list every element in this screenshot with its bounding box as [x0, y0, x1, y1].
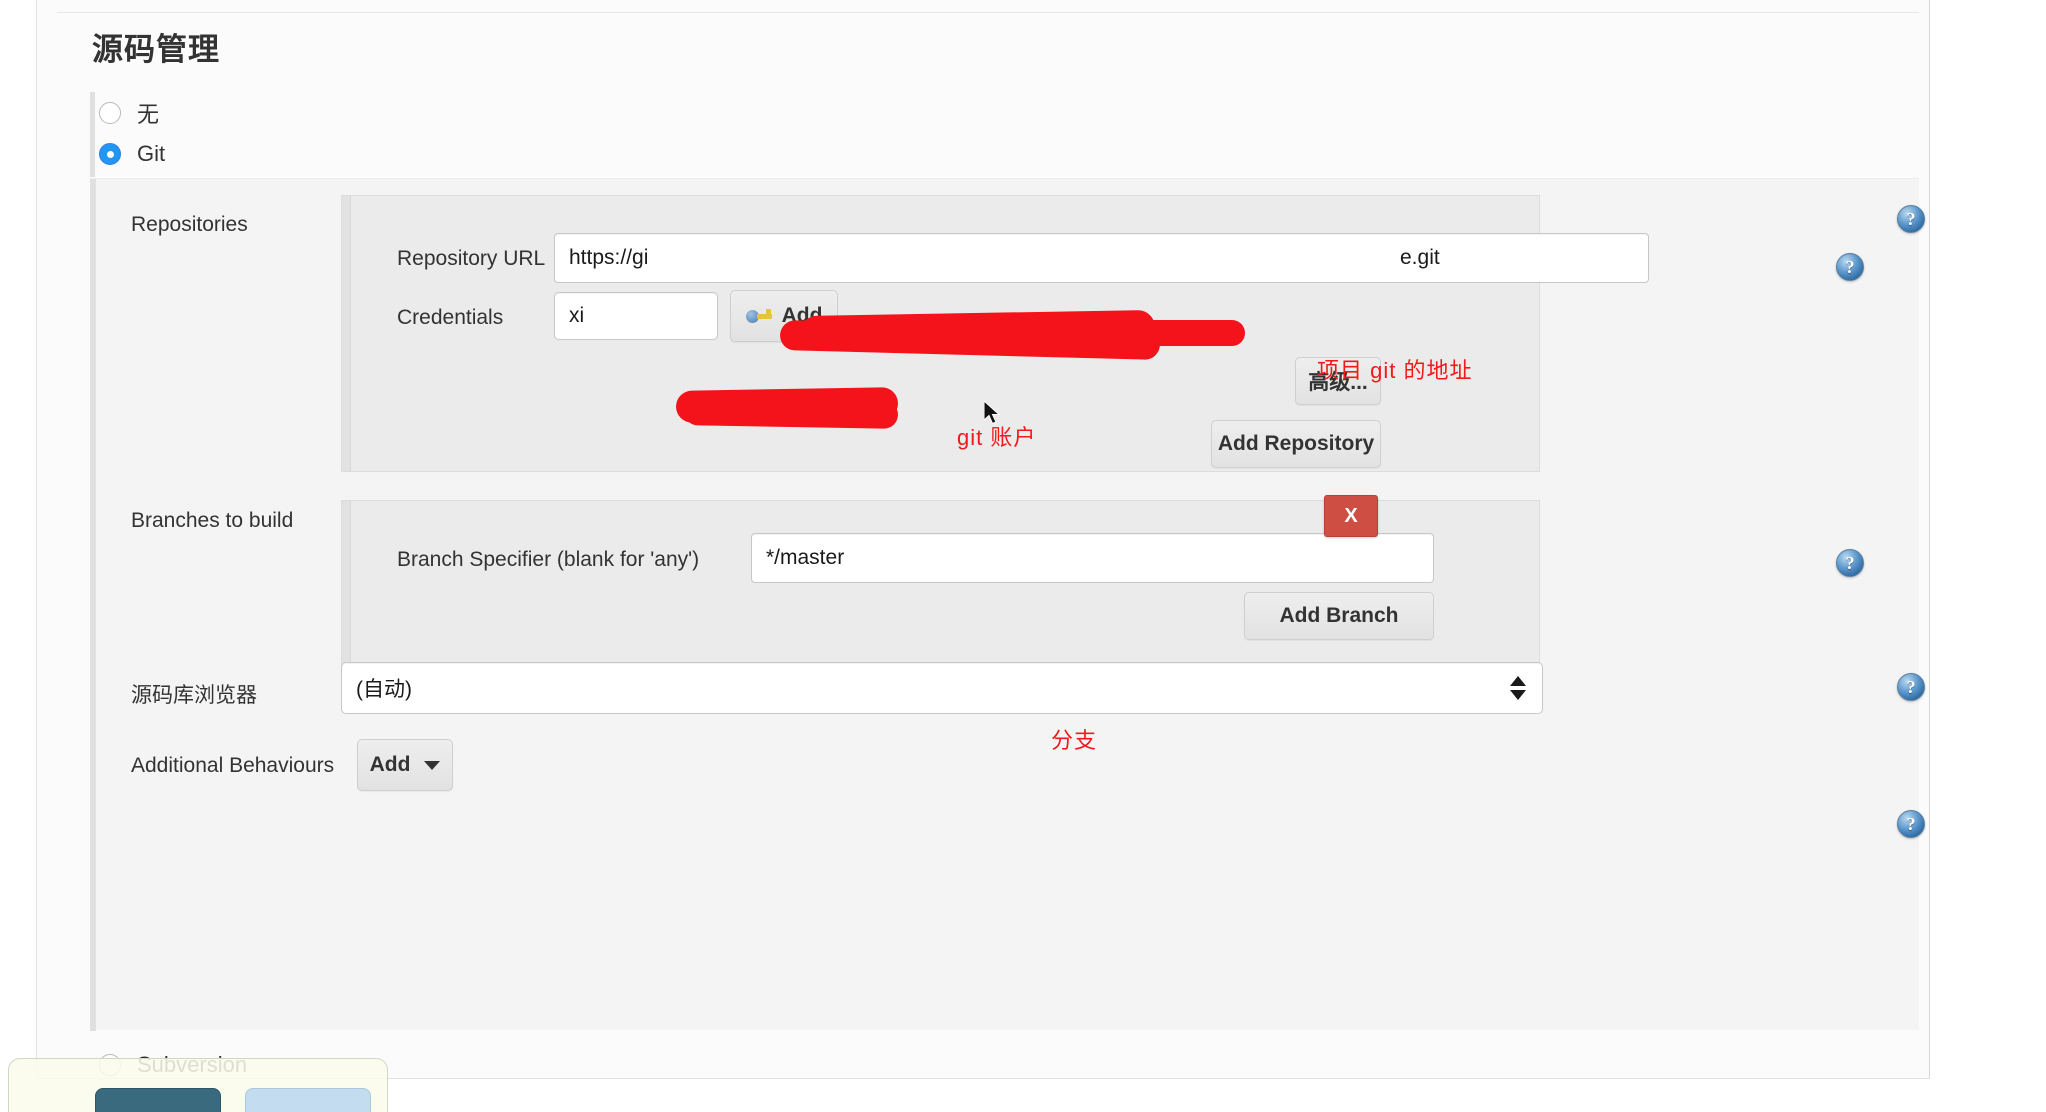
repository-url-label: Repository URL	[397, 247, 546, 270]
help-icon-glyph: ?	[1906, 813, 1916, 834]
save-button[interactable]	[95, 1088, 221, 1112]
scm-radio-none[interactable]: 无	[99, 97, 159, 129]
help-icon-glyph: ?	[1845, 552, 1855, 573]
repositories-label: Repositories	[131, 213, 248, 236]
git-settings-area: Repositories Repository URL https://gi e…	[90, 178, 1925, 1031]
annotation-credentials: git 账户	[957, 425, 1037, 450]
repositories-help-icon[interactable]: ?	[1897, 205, 1925, 233]
repo-browser-help-icon[interactable]: ?	[1897, 673, 1925, 701]
add-branch-label: Add Branch	[1279, 604, 1399, 627]
scm-radio-none-label: 无	[137, 102, 160, 127]
additional-behaviours-add-label: Add	[369, 753, 411, 776]
radio-none-icon[interactable]	[99, 102, 121, 124]
annotation-repository-url: 项目 git 的地址	[1317, 358, 1473, 383]
chevron-updown-icon[interactable]	[1510, 676, 1526, 700]
key-icon	[745, 307, 772, 325]
redaction-mark-url-3	[1085, 320, 1245, 346]
additional-behaviours-help-icon[interactable]: ?	[1897, 810, 1925, 838]
repo-browser-label: 源码库浏览器	[131, 684, 257, 707]
credentials-value: xi	[569, 304, 585, 327]
repo-browser-value: (自动)	[356, 678, 412, 701]
repository-url-input[interactable]: https://gi e.git	[554, 233, 1649, 283]
screenshot-root: 源码管理 无 Git Repositories Repository URL h…	[0, 0, 2046, 1112]
annotation-branch: 分支	[1051, 728, 1098, 753]
branches-box-gutter	[342, 501, 351, 667]
page-title: 源码管理	[92, 32, 220, 67]
delete-branch-button[interactable]: X	[1324, 495, 1378, 537]
delete-branch-label: X	[1344, 504, 1358, 527]
config-content-panel: 源码管理 无 Git Repositories Repository URL h…	[36, 0, 1930, 1079]
credentials-label: Credentials	[397, 306, 504, 329]
redaction-mark-credentials-2	[683, 397, 899, 429]
repository-url-value-prefix: https://gi	[569, 246, 649, 269]
repository-url-value-suffix: e.git	[1400, 246, 1440, 269]
branches-to-build-label: Branches to build	[131, 509, 294, 532]
apply-button[interactable]	[245, 1088, 371, 1112]
branch-specifier-input[interactable]: */master	[751, 533, 1434, 583]
repo-browser-select[interactable]: (自动)	[341, 662, 1543, 714]
additional-behaviours-add-button[interactable]: Add	[357, 739, 453, 791]
additional-behaviours-label: Additional Behaviours	[131, 754, 335, 777]
branch-specifier-label: Branch Specifier (blank for 'any')	[397, 548, 700, 571]
repository-url-help-icon[interactable]: ?	[1836, 253, 1864, 281]
top-divider	[57, 12, 1919, 13]
add-repository-label: Add Repository	[1217, 432, 1375, 455]
credentials-select[interactable]: xi	[554, 292, 718, 340]
scm-radio-git-label: Git	[137, 141, 166, 166]
help-icon-glyph: ?	[1906, 676, 1916, 697]
radio-git-icon[interactable]	[99, 143, 121, 165]
repositories-box-gutter	[342, 196, 351, 471]
help-icon-glyph: ?	[1845, 256, 1855, 277]
help-icon-glyph: ?	[1906, 208, 1916, 229]
sticky-action-footer	[8, 1058, 388, 1112]
scm-radio-git[interactable]: Git	[99, 141, 165, 167]
add-repository-button[interactable]: Add Repository	[1211, 420, 1381, 468]
add-branch-button[interactable]: Add Branch	[1244, 592, 1434, 640]
branch-specifier-value: */master	[766, 546, 845, 569]
scm-indent-guide	[90, 92, 95, 177]
chevron-down-icon	[424, 760, 441, 770]
branch-specifier-help-icon[interactable]: ?	[1836, 549, 1864, 577]
git-indent-guide	[90, 179, 96, 1031]
